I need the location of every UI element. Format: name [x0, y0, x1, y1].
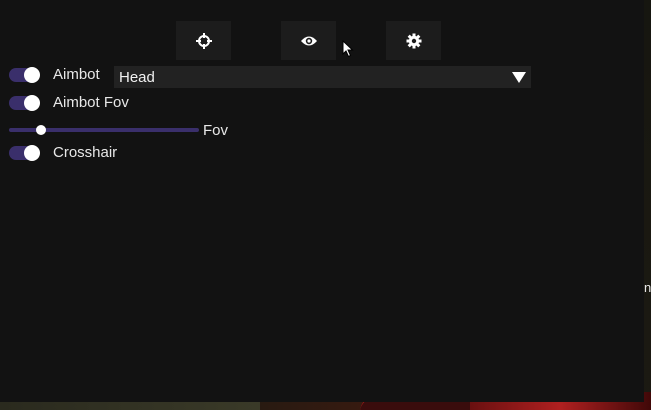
crosshair-toggle[interactable]: [9, 144, 40, 161]
toggle-knob: [24, 144, 40, 161]
aimbot-label: Aimbot: [53, 66, 100, 83]
tab-settings[interactable]: [386, 21, 441, 60]
toggle-knob: [24, 66, 40, 83]
tab-visuals[interactable]: [281, 21, 336, 60]
aimbot-row: Aimbot: [9, 66, 100, 83]
fov-slider-thumb[interactable]: [36, 125, 46, 135]
aimbot-toggle[interactable]: [9, 66, 40, 83]
toggle-knob: [24, 94, 40, 111]
fov-slider[interactable]: [9, 123, 199, 137]
game-edge-text: n: [644, 280, 651, 295]
mouse-cursor-icon: [342, 40, 354, 58]
aimbot-fov-row: Aimbot Fov: [9, 94, 129, 111]
tab-aim[interactable]: [176, 21, 231, 60]
crosshair-target-icon: [195, 32, 212, 49]
crosshair-label: Crosshair: [53, 144, 118, 161]
aimbot-fov-label: Aimbot Fov: [53, 94, 129, 111]
fov-slider-label: Fov: [203, 122, 229, 139]
crosshair-row: Crosshair: [9, 144, 117, 161]
dropdown-arrow-icon: [512, 71, 526, 83]
aimbot-target-dropdown[interactable]: Head: [114, 66, 531, 88]
eye-icon: [300, 36, 317, 45]
cheat-menu-panel: Aimbot Head Aimbot Fov Fov Crosshair: [0, 0, 644, 402]
aimbot-fov-toggle[interactable]: [9, 94, 40, 111]
gear-icon: [406, 33, 421, 48]
aimbot-target-value: Head: [119, 68, 155, 86]
